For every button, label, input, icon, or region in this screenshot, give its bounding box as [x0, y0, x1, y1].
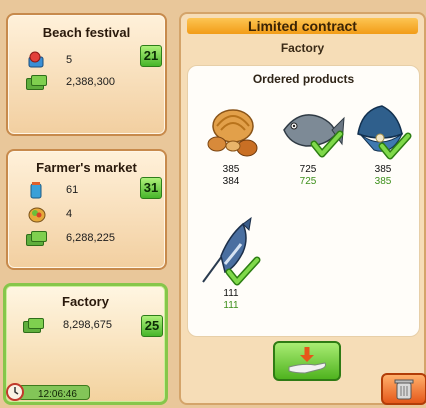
- product-item-swordfish[interactable]: 111 111: [199, 216, 263, 312]
- clock-icon: [6, 383, 24, 406]
- event-row: 2,388,300: [26, 72, 115, 92]
- timer-text: 12:06:46: [38, 389, 77, 400]
- event-count-badge: 25: [141, 315, 163, 337]
- event-row: 5: [26, 50, 72, 70]
- product-required: 385: [222, 164, 240, 175]
- event-row-value: 5: [66, 54, 73, 66]
- tickets-icon: [26, 51, 48, 69]
- fruit-bag-icon: [26, 205, 48, 223]
- money-icon: [26, 231, 47, 246]
- product-required: 385: [374, 164, 392, 175]
- product-available: 725: [299, 176, 317, 187]
- event-row: 61: [26, 180, 78, 200]
- swordfish-icon: [202, 216, 261, 286]
- event-row: 4: [26, 204, 72, 224]
- event-row-value: 6,288,225: [66, 232, 115, 244]
- product-required: 725: [299, 164, 317, 175]
- event-card-farmers-market[interactable]: Farmer's market 61 4 6,288,225 31: [6, 149, 167, 270]
- ordered-products-title: Ordered products: [252, 72, 355, 86]
- timer: 12:06:46: [6, 383, 90, 401]
- product-item-shells[interactable]: 385 384: [199, 100, 263, 188]
- timer-bar: 12:06:46: [18, 385, 90, 400]
- deliver-button[interactable]: [273, 341, 341, 381]
- product-available: 384: [222, 176, 240, 187]
- ordered-products-panel: Ordered products 385 384 725 725 385 385…: [187, 65, 420, 337]
- product-available: 111: [223, 300, 239, 311]
- contract-subtitle: Factory: [280, 41, 325, 55]
- event-row-value: 8,298,675: [63, 319, 112, 331]
- shells-icon: [207, 109, 258, 157]
- event-row-value: 61: [66, 184, 79, 196]
- event-title: Factory: [62, 294, 109, 309]
- deliver-hand-icon: [288, 347, 326, 374]
- event-title: Beach festival: [42, 25, 131, 40]
- event-row: 8,298,675: [23, 315, 112, 335]
- product-item-clam[interactable]: 385 385: [351, 100, 415, 188]
- fish-icon: [283, 114, 345, 158]
- event-row: 6,288,225: [26, 228, 115, 248]
- event-title: Farmer's market: [36, 160, 137, 175]
- product-item-fish[interactable]: 725 725: [276, 100, 345, 188]
- jar-icon: [26, 181, 48, 199]
- trash-icon: [394, 379, 414, 400]
- event-row-value: 2,388,300: [66, 76, 115, 88]
- product-required: 111: [223, 288, 239, 299]
- money-icon: [23, 318, 44, 333]
- product-available: 385: [374, 176, 392, 187]
- event-row-value: 4: [66, 208, 73, 220]
- event-count-badge: 21: [140, 45, 162, 67]
- money-icon: [26, 75, 47, 90]
- trash-button[interactable]: [381, 373, 426, 405]
- event-count-badge: 31: [140, 177, 162, 199]
- clam-icon: [357, 105, 412, 160]
- contract-title: Limited contract: [187, 18, 418, 34]
- event-card-beach-festival[interactable]: Beach festival 5 2,388,300 21: [6, 13, 167, 136]
